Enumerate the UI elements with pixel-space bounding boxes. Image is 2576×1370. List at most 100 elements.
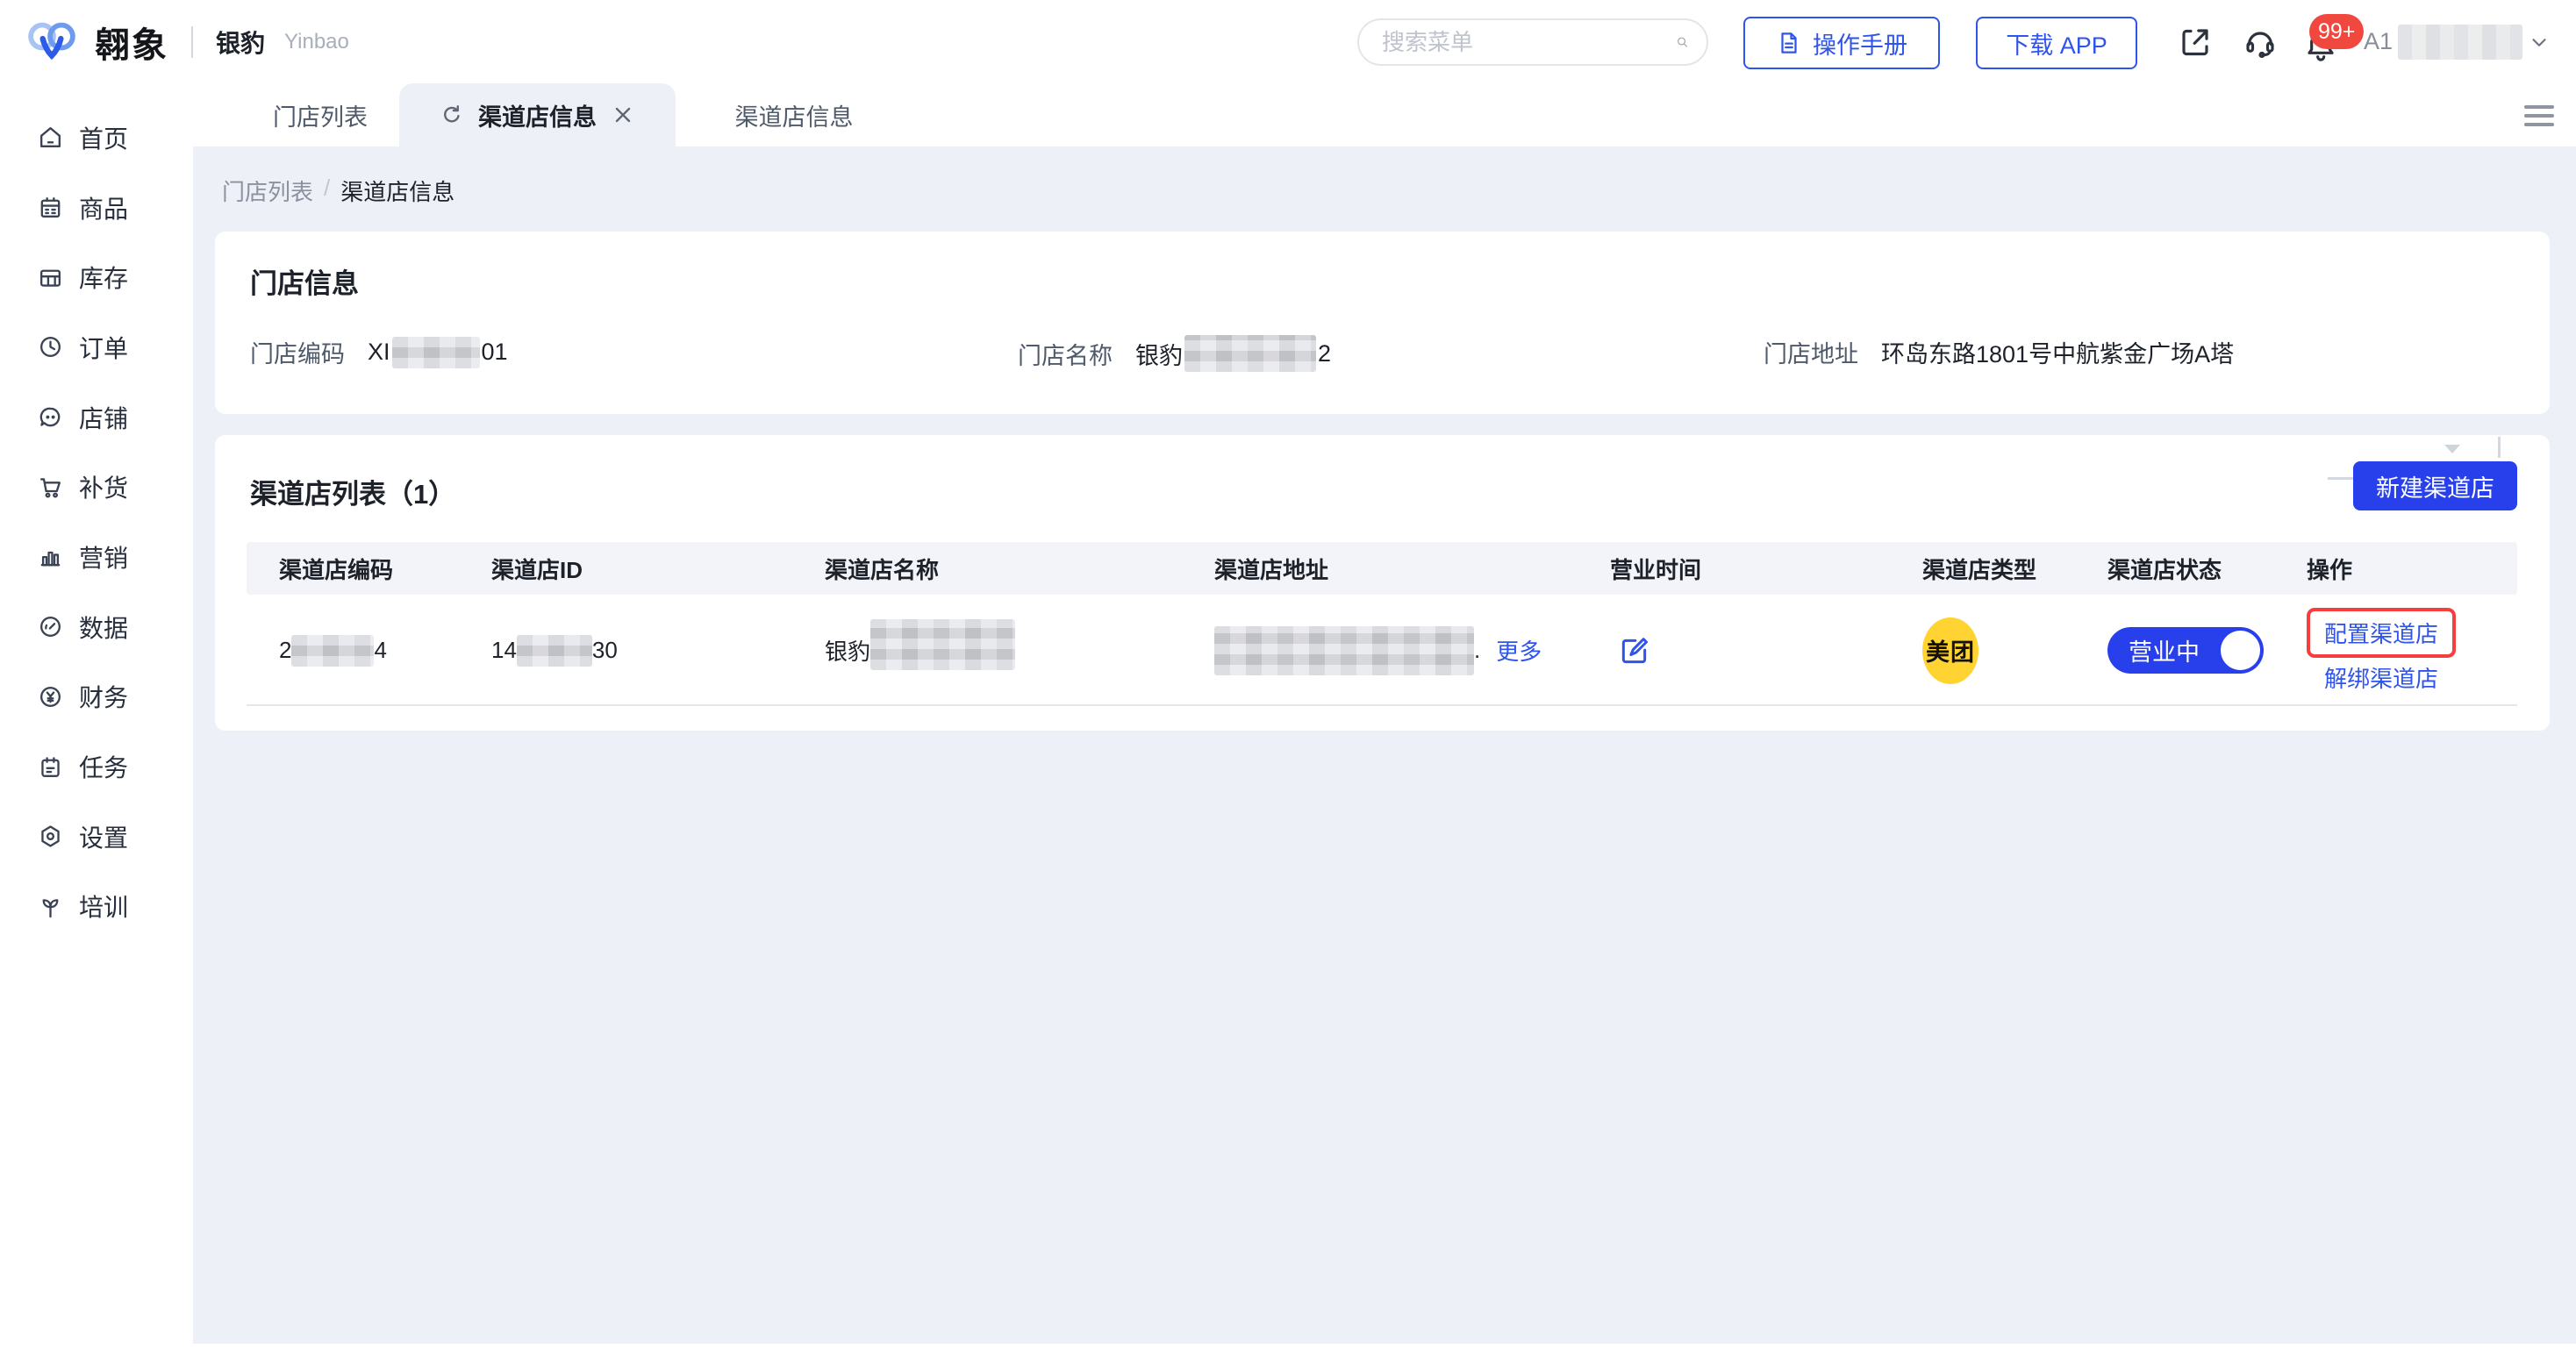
sidebar-item-label: 任务 — [79, 749, 128, 784]
redacted-store-name — [1184, 335, 1316, 372]
topbar: 翱象 银豹 Yinbao 操作手册 下载 APP — [0, 0, 2576, 83]
logo-divider — [191, 26, 193, 58]
cell-channel-status: 营业中 — [2107, 595, 2264, 706]
more-link[interactable]: 更多 — [1496, 634, 1542, 667]
sidebar-item-home[interactable]: 首页 — [0, 103, 193, 173]
channel-name-prefix: 银豹 — [825, 634, 870, 667]
finance-yen-icon — [37, 683, 64, 710]
tab-store-list[interactable]: 门店列表 — [224, 83, 417, 146]
sidebar-item-finance[interactable]: 财务 — [0, 662, 193, 732]
sidebar-item-inventory[interactable]: 库存 — [0, 242, 193, 312]
cell-channel-type: 美团 — [1922, 595, 1979, 706]
manual-button[interactable]: 操作手册 — [1743, 17, 1940, 69]
status-toggle[interactable]: 营业中 — [2107, 627, 2264, 674]
sidebar-item-label: 培训 — [79, 888, 128, 924]
aoxiang-logo-icon — [23, 15, 81, 69]
store-address-field: 门店地址 环岛东路1801号中航紫金广场A塔 — [1764, 335, 2234, 369]
tab-menu-icon[interactable] — [2520, 103, 2558, 129]
edit-hours-icon[interactable] — [1617, 633, 1652, 668]
create-channel-store-button[interactable]: 新建渠道店 — [2353, 461, 2517, 510]
status-toggle-label: 营业中 — [2129, 633, 2200, 667]
sidebar-item-data[interactable]: 数据 — [0, 592, 193, 662]
cell-channel-code: 2 4 — [279, 595, 387, 706]
toggle-knob — [2221, 631, 2260, 670]
store-address-value: 环岛东路1801号中航紫金广场A塔 — [1881, 335, 2234, 369]
breadcrumb: 门店列表 / 渠道店信息 — [222, 175, 454, 207]
sidebar-item-label: 库存 — [79, 260, 128, 295]
account-menu[interactable]: A1 — [2364, 0, 2551, 83]
brand-name: 银豹 — [216, 25, 265, 60]
cell-channel-address: . 更多 — [1214, 595, 1542, 706]
col-header-actions: 操作 — [2307, 542, 2352, 595]
search-input[interactable] — [1382, 29, 1676, 56]
store-info-title: 门店信息 — [250, 261, 359, 301]
breadcrumb-current: 渠道店信息 — [340, 175, 454, 207]
redacted-channel-id — [517, 635, 592, 667]
store-info-card: 门店信息 门店编码 XI 01 门店名称 银豹 2 门店地址 环 — [215, 232, 2550, 414]
configure-channel-store-link[interactable]: 配置渠道店 — [2324, 621, 2438, 647]
sidebar-item-label: 商品 — [79, 190, 128, 225]
sidebar-item-label: 营销 — [79, 539, 128, 574]
data-gauge-icon — [37, 613, 64, 640]
store-address-label: 门店地址 — [1764, 335, 1858, 369]
tab-channel-store-info-active[interactable]: 渠道店信息 — [399, 83, 676, 146]
channel-id-suffix: 30 — [592, 637, 618, 664]
store-name-label: 门店名称 — [1018, 337, 1113, 371]
sidebar-item-shop[interactable]: 店铺 — [0, 382, 193, 453]
meituan-badge: 美团 — [1922, 617, 1979, 684]
channel-id-prefix: 14 — [491, 637, 517, 664]
col-header-address: 渠道店地址 — [1214, 542, 1328, 595]
search-icon[interactable] — [1676, 28, 1689, 56]
store-code-prefix: XI — [368, 339, 390, 366]
address-dot: . — [1474, 637, 1480, 664]
unbind-channel-store-link[interactable]: 解绑渠道店 — [2324, 661, 2438, 694]
account-name: A1 — [2364, 28, 2393, 55]
app-window: 翱象 银豹 Yinbao 操作手册 下载 APP — [0, 0, 2576, 1370]
download-button-label: 下载 APP — [2006, 26, 2107, 61]
close-icon[interactable] — [611, 103, 635, 127]
redacted-channel-code — [291, 635, 374, 667]
marketing-chart-icon — [37, 543, 64, 570]
sidebar-item-restock[interactable]: 补货 — [0, 452, 193, 522]
table-header-row: 渠道店编码 渠道店ID 渠道店名称 渠道店地址 营业时间 渠道店类型 渠道店状态… — [247, 542, 2517, 595]
logo-text: 翱象 — [95, 17, 168, 68]
support-headset-icon[interactable] — [2243, 25, 2278, 60]
chevron-down-icon — [2528, 31, 2551, 54]
cell-business-hours — [1610, 595, 1652, 706]
sidebar-item-training[interactable]: 培训 — [0, 872, 193, 942]
content-area: 门店列表 / 渠道店信息 门店信息 门店编码 XI 01 门店名称 银豹 2 — [193, 146, 2576, 1344]
settings-gear-icon — [37, 823, 64, 850]
sidebar-item-label: 店铺 — [79, 400, 128, 435]
col-header-name: 渠道店名称 — [825, 542, 939, 595]
sidebar-item-marketing[interactable]: 营销 — [0, 522, 193, 592]
ui-artifact — [2444, 445, 2460, 453]
redacted-store-code — [392, 337, 480, 368]
annotation-highlight-box: 配置渠道店 — [2307, 608, 2456, 658]
sidebar-item-tasks[interactable]: 任务 — [0, 731, 193, 802]
refresh-icon[interactable] — [440, 103, 464, 127]
channel-list-title: 渠道店列表（1） — [250, 472, 455, 511]
sidebar-item-goods[interactable]: 商品 — [0, 173, 193, 243]
download-app-button[interactable]: 下载 APP — [1976, 17, 2137, 69]
breadcrumb-parent-link[interactable]: 门店列表 — [222, 175, 313, 207]
col-header-status: 渠道店状态 — [2107, 542, 2222, 595]
open-external-icon[interactable] — [2178, 25, 2213, 60]
tab-channel-store-info[interactable]: 渠道店信息 — [693, 83, 895, 146]
create-button-label: 新建渠道店 — [2376, 469, 2494, 503]
cell-channel-name: 银豹 — [825, 595, 1015, 706]
notification-badge: 99+ — [2309, 14, 2364, 49]
tab-label: 门店列表 — [273, 98, 368, 132]
manual-button-label: 操作手册 — [1813, 26, 1907, 61]
shop-icon — [37, 403, 64, 431]
tab-label: 渠道店信息 — [735, 98, 854, 132]
sidebar-item-settings[interactable]: 设置 — [0, 802, 193, 872]
sidebar-item-orders[interactable]: 订单 — [0, 312, 193, 382]
store-name-suffix: 2 — [1318, 340, 1331, 367]
col-header-code: 渠道店编码 — [279, 542, 393, 595]
channel-code-suffix: 4 — [374, 637, 386, 664]
breadcrumb-separator: / — [324, 175, 330, 207]
store-name-field: 门店名称 银豹 2 — [1018, 335, 1331, 372]
sidebar-item-label: 补货 — [79, 469, 128, 504]
cell-channel-id: 14 30 — [491, 595, 618, 706]
tab-label: 渠道店信息 — [478, 98, 597, 132]
